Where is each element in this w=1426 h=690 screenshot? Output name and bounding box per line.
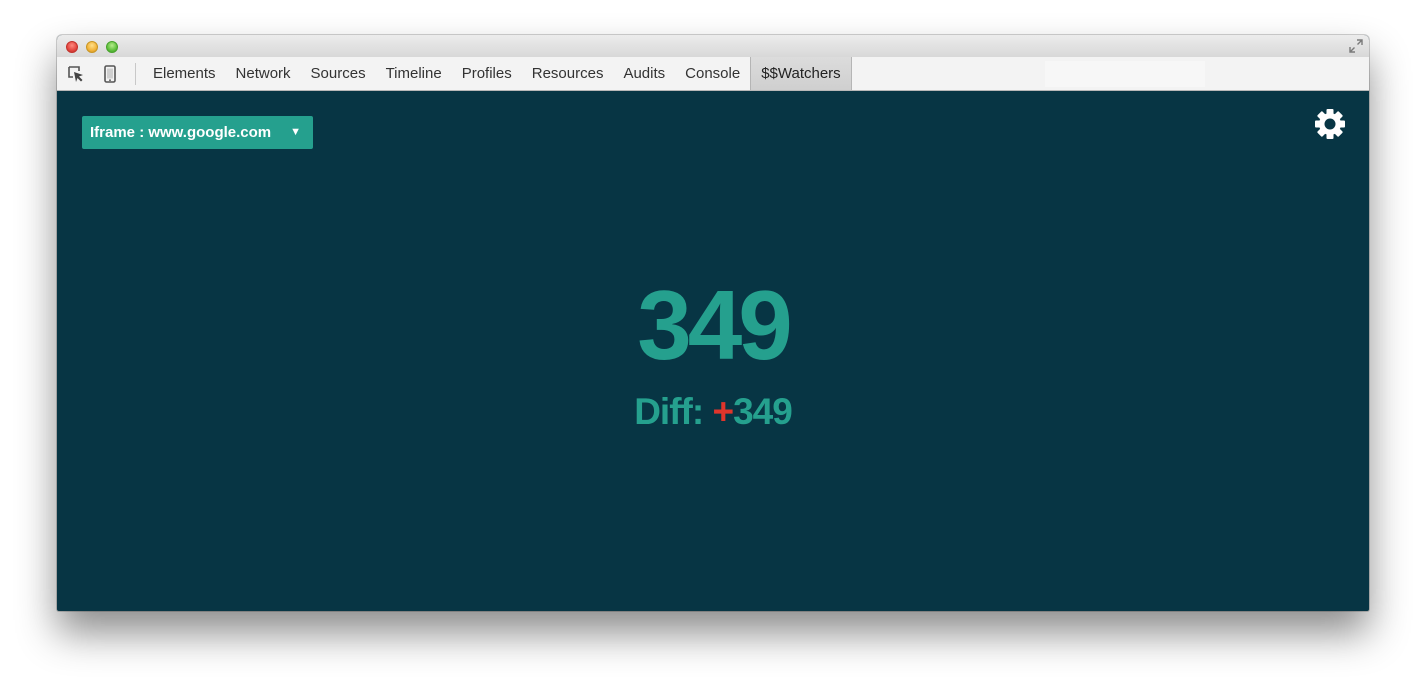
tab-profiles[interactable]: Profiles	[452, 57, 522, 90]
watchers-diff: Diff: +349	[57, 390, 1369, 434]
tab-elements[interactable]: Elements	[143, 57, 226, 90]
tab-watchers[interactable]: $$Watchers	[750, 57, 852, 90]
frame-select-value: Iframe : www.google.com	[90, 124, 272, 141]
panel-tabs: Elements Network Sources Timeline Profil…	[143, 57, 852, 90]
diff-value: 349	[733, 391, 793, 432]
frame-select-dropdown[interactable]: Iframe : www.google.com ▼	[82, 116, 313, 149]
watchers-count: 349	[637, 270, 793, 380]
tab-audits[interactable]: Audits	[613, 57, 675, 90]
toolbar-divider	[135, 63, 136, 85]
maximize-window-button[interactable]	[106, 41, 118, 53]
inspect-element-icon[interactable]	[67, 65, 85, 83]
toolbar-empty-area	[1045, 61, 1205, 87]
tab-network[interactable]: Network	[226, 57, 301, 90]
gear-icon[interactable]	[1312, 106, 1348, 142]
dropdown-arrow-icon: ▼	[290, 126, 301, 138]
device-mode-icon[interactable]	[101, 65, 119, 83]
minimize-window-button[interactable]	[86, 41, 98, 53]
title-bar	[57, 35, 1369, 57]
tab-resources[interactable]: Resources	[522, 57, 614, 90]
tab-sources[interactable]: Sources	[301, 57, 376, 90]
devtools-toolbar: Elements Network Sources Timeline Profil…	[57, 57, 1369, 91]
tab-console[interactable]: Console	[675, 57, 750, 90]
devtools-window: Elements Network Sources Timeline Profil…	[57, 35, 1369, 611]
diff-sign: +	[712, 391, 734, 432]
diff-label: Diff:	[634, 391, 704, 432]
tab-timeline[interactable]: Timeline	[376, 57, 452, 90]
close-window-button[interactable]	[66, 41, 78, 53]
fullscreen-icon[interactable]	[1349, 39, 1363, 53]
